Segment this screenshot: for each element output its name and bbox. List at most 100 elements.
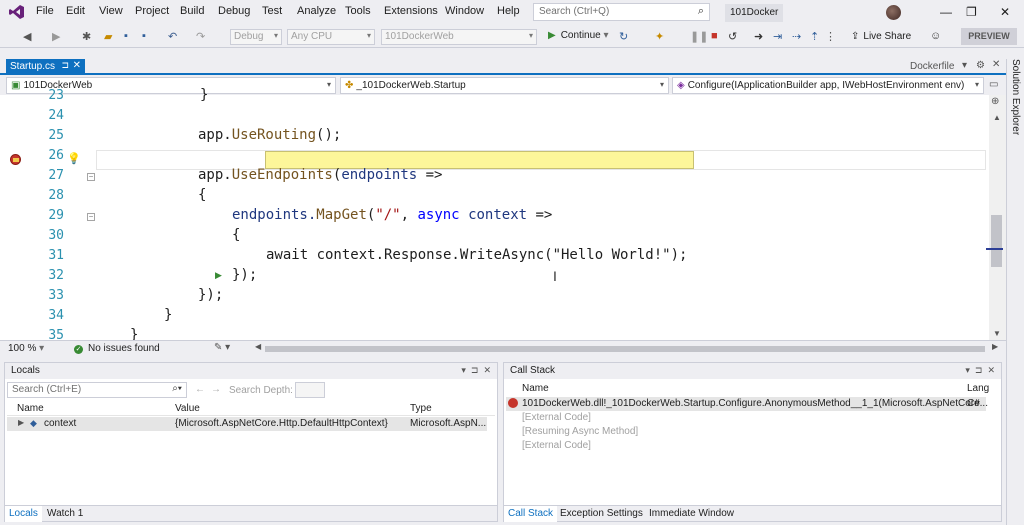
continue-button[interactable]: ▶ Continue ▾ xyxy=(548,30,609,41)
feedback-icon[interactable]: ☺ xyxy=(930,30,941,42)
class-dropdown[interactable]: ✤ _101DockerWeb.Startup ▾ xyxy=(340,77,669,94)
tab-call-stack[interactable]: Call Stack xyxy=(504,506,558,522)
column-header-lang[interactable]: Lang xyxy=(967,383,989,394)
column-header-name[interactable]: Name xyxy=(522,383,549,394)
menu-item-tools[interactable]: Tools xyxy=(345,5,371,17)
menu-item-project[interactable]: Project xyxy=(135,5,169,17)
scroll-up-icon[interactable]: ▲ xyxy=(993,113,1001,122)
locals-search-input[interactable]: Search (Ctrl+E) ⌕▾ xyxy=(7,382,187,398)
tab-locals[interactable]: Locals xyxy=(5,506,42,522)
split-icon[interactable]: ▭ xyxy=(989,79,998,90)
new-item-icon[interactable]: ✱ xyxy=(82,30,91,43)
code-token: "/" xyxy=(375,207,401,223)
call-stack-row[interactable]: [Resuming Async Method] xyxy=(522,426,638,437)
settings-icon[interactable]: ⚙ xyxy=(976,60,985,71)
code-line[interactable]: }); xyxy=(232,267,257,283)
menu-item-debug[interactable]: Debug xyxy=(218,5,250,17)
panel-controls[interactable]: ▾ ⊐ ✕ xyxy=(461,365,491,376)
lightbulb-icon[interactable]: 💡 xyxy=(67,152,81,165)
save-icon[interactable]: ▪ xyxy=(124,30,128,42)
code-line[interactable]: } xyxy=(200,87,208,103)
solution-explorer-tab[interactable]: Solution Explorer xyxy=(1006,59,1024,525)
forward-icon[interactable]: ▶ xyxy=(52,30,60,43)
step-over-icon[interactable]: ⇢ xyxy=(792,30,801,43)
expand-arrow-icon[interactable]: ▶ xyxy=(18,418,24,427)
scroll-left-icon[interactable]: ◀ xyxy=(255,342,261,351)
tab-immediate-window[interactable]: Immediate Window xyxy=(649,508,734,519)
more-icon[interactable]: ⋮ xyxy=(825,30,836,43)
table-row[interactable]: ▶ ◆ context {Microsoft.AspNetCore.Http.D… xyxy=(7,417,487,431)
step-out-icon[interactable]: ⇡ xyxy=(810,30,819,43)
stop-icon[interactable]: ■ xyxy=(711,30,718,42)
call-stack-row[interactable]: [External Code] xyxy=(522,412,591,423)
save-all-icon[interactable]: ▪ xyxy=(142,30,146,42)
column-header-type[interactable]: Type xyxy=(410,403,432,414)
undo-icon[interactable]: ↶ xyxy=(168,30,177,43)
panel-controls[interactable]: ▾ ⊐ ✕ xyxy=(965,365,995,376)
code-line[interactable]: }); xyxy=(198,287,223,303)
minimize-button[interactable]: — xyxy=(940,5,952,19)
tab-dockerfile[interactable]: Dockerfile xyxy=(910,61,954,72)
column-header-name[interactable]: Name xyxy=(17,403,44,414)
column-header-value[interactable]: Value xyxy=(175,403,200,414)
pin-icon[interactable]: ⊐ xyxy=(61,60,69,71)
code-line[interactable]: await context.Response.WriteAsync("Hello… xyxy=(266,247,687,263)
code-line[interactable]: app.UseRouting(); xyxy=(198,127,341,143)
config-dropdown[interactable]: Debug ▾ xyxy=(230,29,282,45)
collapse-icon[interactable]: − xyxy=(87,173,95,181)
close-tab-icon[interactable]: ✕ xyxy=(73,60,81,71)
menu-item-file[interactable]: File xyxy=(36,5,54,17)
code-line[interactable]: endpoints.MapGet("/", async context => xyxy=(232,207,552,223)
issues-indicator[interactable]: ✓ No issues found xyxy=(74,343,160,354)
search-back-icon[interactable]: ← xyxy=(195,384,205,395)
search-input[interactable]: Search (Ctrl+Q) ⌕ xyxy=(533,3,710,21)
preview-badge[interactable]: PREVIEW xyxy=(961,28,1017,45)
platform-dropdown[interactable]: Any CPU ▾ xyxy=(287,29,375,45)
search-forward-icon[interactable]: → xyxy=(211,384,221,395)
code-line[interactable]: app.UseEndpoints(endpoints => xyxy=(198,167,442,183)
vertical-scroll-thumb[interactable] xyxy=(991,215,1002,267)
code-line[interactable]: { xyxy=(232,227,240,243)
zoom-dropdown[interactable]: 100 % ▾ xyxy=(8,343,58,354)
member-dropdown[interactable]: ◈ Configure(IApplicationBuilder app, IWeb… xyxy=(672,77,984,94)
menu-item-extensions[interactable]: Extensions xyxy=(384,5,438,17)
breakpoint-icon[interactable] xyxy=(10,154,21,165)
menu-item-window[interactable]: Window xyxy=(445,5,484,17)
show-next-statement-icon[interactable]: ➜ xyxy=(754,30,763,43)
open-folder-icon[interactable]: ▰ xyxy=(104,30,112,43)
brush-icon[interactable]: ✎ ▾ xyxy=(214,342,230,353)
hot-reload-icon[interactable]: ✦ xyxy=(655,30,664,43)
step-into-icon[interactable]: ⇥ xyxy=(773,30,782,43)
restart-icon[interactable]: ↺ xyxy=(728,30,737,43)
close-window-button[interactable]: ✕ xyxy=(1000,5,1010,19)
startup-project-dropdown[interactable]: 101DockerWeb ▾ xyxy=(381,29,537,45)
code-line[interactable]: { xyxy=(198,187,206,203)
back-icon[interactable]: ◀ xyxy=(23,30,31,43)
tab-watch-1[interactable]: Watch 1 xyxy=(47,508,83,519)
code-line[interactable]: } xyxy=(164,307,172,323)
tab-startup-cs[interactable]: Startup.cs ✕ ⊐ xyxy=(6,59,85,75)
redo-icon[interactable]: ↷ xyxy=(196,30,205,43)
pause-icon[interactable]: ❚❚ xyxy=(690,30,708,43)
menu-item-view[interactable]: View xyxy=(99,5,123,17)
call-stack-row[interactable]: [External Code] xyxy=(522,440,591,451)
scroll-right-icon[interactable]: ▶ xyxy=(992,342,998,351)
menu-item-build[interactable]: Build xyxy=(180,5,204,17)
live-share-button[interactable]: ⇪ Live Share xyxy=(851,31,911,42)
restore-button[interactable]: ❐ xyxy=(966,5,977,19)
expand-icon[interactable]: ⊕ xyxy=(991,96,999,107)
avatar[interactable] xyxy=(886,5,901,20)
menu-item-analyze[interactable]: Analyze xyxy=(297,5,336,17)
menu-item-help[interactable]: Help xyxy=(497,5,520,17)
scroll-down-icon[interactable]: ▼ xyxy=(993,329,1001,338)
horizontal-scroll-thumb[interactable] xyxy=(265,346,985,352)
refresh-icon[interactable]: ↻ xyxy=(619,30,628,43)
tab-dropdown-icon[interactable]: ▾ xyxy=(962,60,967,71)
menu-item-test[interactable]: Test xyxy=(262,5,282,17)
call-stack-row[interactable]: 101DockerWeb.dll!_101DockerWeb.Startup.C… xyxy=(506,397,988,411)
close-icon[interactable]: ✕ xyxy=(992,59,1000,70)
tab-exception-settings[interactable]: Exception Settings xyxy=(560,508,643,519)
menu-item-edit[interactable]: Edit xyxy=(66,5,85,17)
collapse-icon[interactable]: − xyxy=(87,213,95,221)
search-depth-dropdown[interactable] xyxy=(295,382,325,398)
